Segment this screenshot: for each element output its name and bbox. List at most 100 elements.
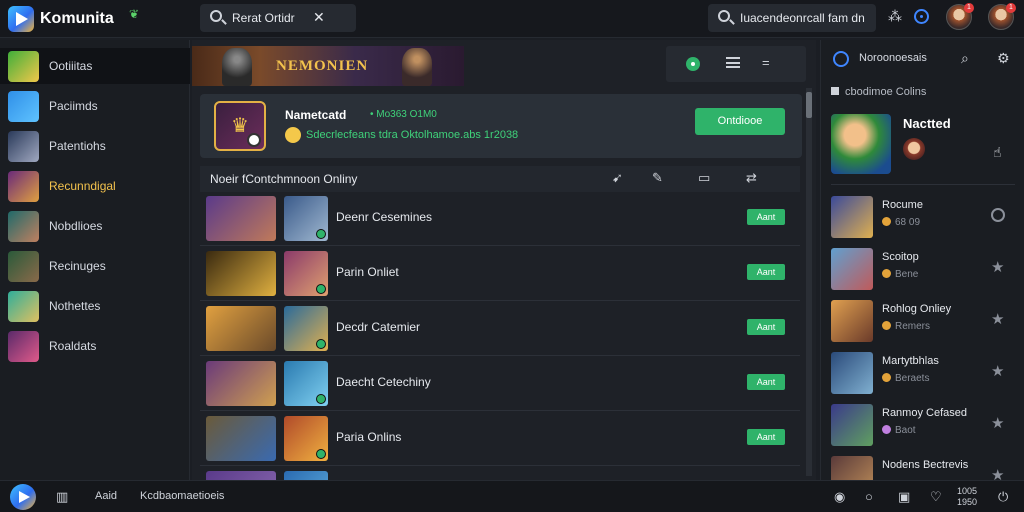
app-logo-icon[interactable] [10, 484, 36, 510]
friend-list-item[interactable]: Scoitop Bene ★ [821, 244, 1024, 296]
game-thumbnail [206, 361, 276, 406]
featured-game-icon[interactable]: ♛ [214, 101, 266, 151]
app-logo-icon[interactable] [8, 6, 34, 32]
join-button[interactable]: Aant [747, 264, 785, 280]
star-icon[interactable]: ★ [991, 310, 1004, 328]
list-item[interactable]: Daecht Cetechiny Aant [200, 357, 800, 411]
sidebar-item-label: Paciimds [49, 99, 98, 113]
pin-icon[interactable]: ➹ [612, 170, 623, 186]
search-icon[interactable]: ⌕ [961, 50, 969, 67]
friend-list-item[interactable]: Martytbhlas Beraets ★ [821, 348, 1024, 400]
bottom-bar: ▥ Aaid Kcdbaomaetioeis ◉ ○ ▣ ♡ 1005 1950… [0, 480, 1024, 512]
friend-avatar [831, 300, 873, 342]
sidebar-item[interactable]: Nothettes [0, 288, 190, 324]
settings-icon[interactable]: ⁂ [888, 8, 902, 25]
star-icon[interactable]: ★ [991, 466, 1004, 480]
list-item[interactable]: Decdr Catemier Aant [200, 302, 800, 356]
join-button[interactable]: Aant [747, 429, 785, 445]
gear-icon[interactable]: ⚙ [997, 50, 1010, 67]
globe-icon[interactable] [914, 9, 929, 24]
featured-friend-thumbnail[interactable] [831, 114, 891, 174]
controller-icon[interactable]: ◉ [834, 489, 845, 505]
friend-status: Beraets [882, 373, 929, 384]
friend-list-item[interactable]: Rocume 68 09 [821, 192, 1024, 244]
friend-list-item[interactable]: Nodens Bectrevis ★ [821, 452, 1024, 480]
sort-icon[interactable]: = [762, 55, 770, 70]
sidebar-item[interactable]: Patentiohs [0, 128, 190, 164]
sidebar-item[interactable]: Ootiiitas [0, 48, 190, 84]
player-avatar [284, 196, 328, 241]
star-icon[interactable]: ★ [991, 414, 1004, 432]
sidebar-item-label: Roaldats [49, 339, 97, 353]
user-avatar[interactable]: 1 [946, 3, 974, 30]
sidebar-item[interactable]: Recinuges [0, 248, 190, 284]
sidebar-item[interactable]: Recunndigal [0, 168, 190, 204]
player-avatar [284, 306, 328, 351]
shield-icon[interactable]: ♡ [930, 489, 942, 505]
search-query[interactable]: Rerat Ortidr [232, 11, 295, 25]
game-icon [8, 131, 39, 162]
scrollbar-thumb[interactable] [806, 92, 812, 118]
share-icon[interactable]: ⇄ [746, 170, 757, 186]
friend-name: Martytbhlas [882, 355, 939, 367]
menu-icon[interactable] [726, 57, 740, 68]
window-icon[interactable]: ▭ [698, 170, 710, 186]
search-box-primary[interactable]: Rerat Ortidr ✕ [200, 4, 356, 32]
featured-action-button[interactable]: Ontdiooe [695, 108, 785, 135]
friend-status-text: Bene [895, 269, 919, 280]
friend-list-item[interactable]: Ranmoy Cefased Baot ★ [821, 400, 1024, 452]
list-item[interactable] [200, 467, 800, 480]
friend-name: Nodens Bectrevis [882, 459, 969, 471]
game-banner[interactable]: NEMONIEN [192, 46, 464, 86]
list-item[interactable]: Parin Onliet Aant [200, 247, 800, 301]
online-status-icon[interactable] [686, 57, 700, 71]
power-icon[interactable]: ⏻ [998, 489, 1008, 505]
clock-time: 1005 1950 [957, 486, 977, 508]
clear-search-icon[interactable]: ✕ [313, 9, 325, 26]
bottom-label[interactable]: Aaid [95, 490, 117, 502]
list-item[interactable]: Deenr Cesemines Aant [200, 192, 800, 246]
friend-status-text: Baot [895, 425, 916, 436]
notification-badge: 1 [1006, 3, 1016, 13]
record-icon[interactable]: ○ [865, 489, 873, 504]
list-item-title: Paria Onlins [336, 430, 402, 444]
star-icon[interactable]: ★ [991, 258, 1004, 276]
sidebar-item-label: Recunndigal [49, 179, 116, 193]
friend-avatar [831, 456, 873, 480]
online-status-icon [316, 284, 326, 294]
star-icon[interactable]: ★ [991, 362, 1004, 380]
friend-avatar [831, 196, 873, 238]
monitor-icon[interactable]: ▣ [898, 489, 910, 505]
sidebar-item[interactable]: Nobdlioes [0, 208, 190, 244]
wave-icon[interactable]: ☝ [993, 144, 1002, 161]
bottom-label[interactable]: Kcdbaomaetioeis [140, 490, 224, 502]
list-item[interactable]: Paria Onlins Aant [200, 412, 800, 466]
view-controls: = [666, 46, 806, 82]
player-avatar [284, 361, 328, 406]
sidebar-item[interactable]: Roaldats [0, 328, 190, 364]
top-bar: Komunita ❦ Rerat Ortidr ✕ Iuacendeonrcal… [0, 0, 1024, 38]
join-button[interactable]: Aant [747, 374, 785, 390]
join-button[interactable]: Aant [747, 319, 785, 335]
clock-icon[interactable] [991, 208, 1005, 222]
app-title: Komunita [40, 10, 114, 27]
player-avatar [284, 416, 328, 461]
game-icon [8, 51, 39, 82]
sidebar-item[interactable]: Paciimds [0, 88, 190, 124]
crown-icon: ♛ [231, 115, 249, 137]
profile-avatar[interactable]: 1 [988, 3, 1016, 30]
join-button[interactable]: Aant [747, 209, 785, 225]
search-box-secondary[interactable]: Iuacendeonrcall fam dn [708, 4, 876, 32]
friend-avatar[interactable] [903, 138, 925, 160]
scrollbar[interactable] [806, 88, 812, 476]
edit-icon[interactable]: ✎ [652, 170, 663, 186]
friend-avatar [831, 352, 873, 394]
search-secondary-text[interactable]: Iuacendeonrcall fam dn [740, 11, 865, 25]
friend-name: Ranmoy Cefased [882, 407, 967, 419]
friend-name: Rocume [882, 199, 923, 211]
online-status-icon [316, 394, 326, 404]
search-icon [210, 10, 222, 22]
friend-list-item[interactable]: Rohlog Onliey Remers ★ [821, 296, 1024, 348]
library-icon[interactable]: ▥ [56, 489, 68, 505]
list-title: Noeir fContchmnoon Onliny [210, 172, 358, 186]
